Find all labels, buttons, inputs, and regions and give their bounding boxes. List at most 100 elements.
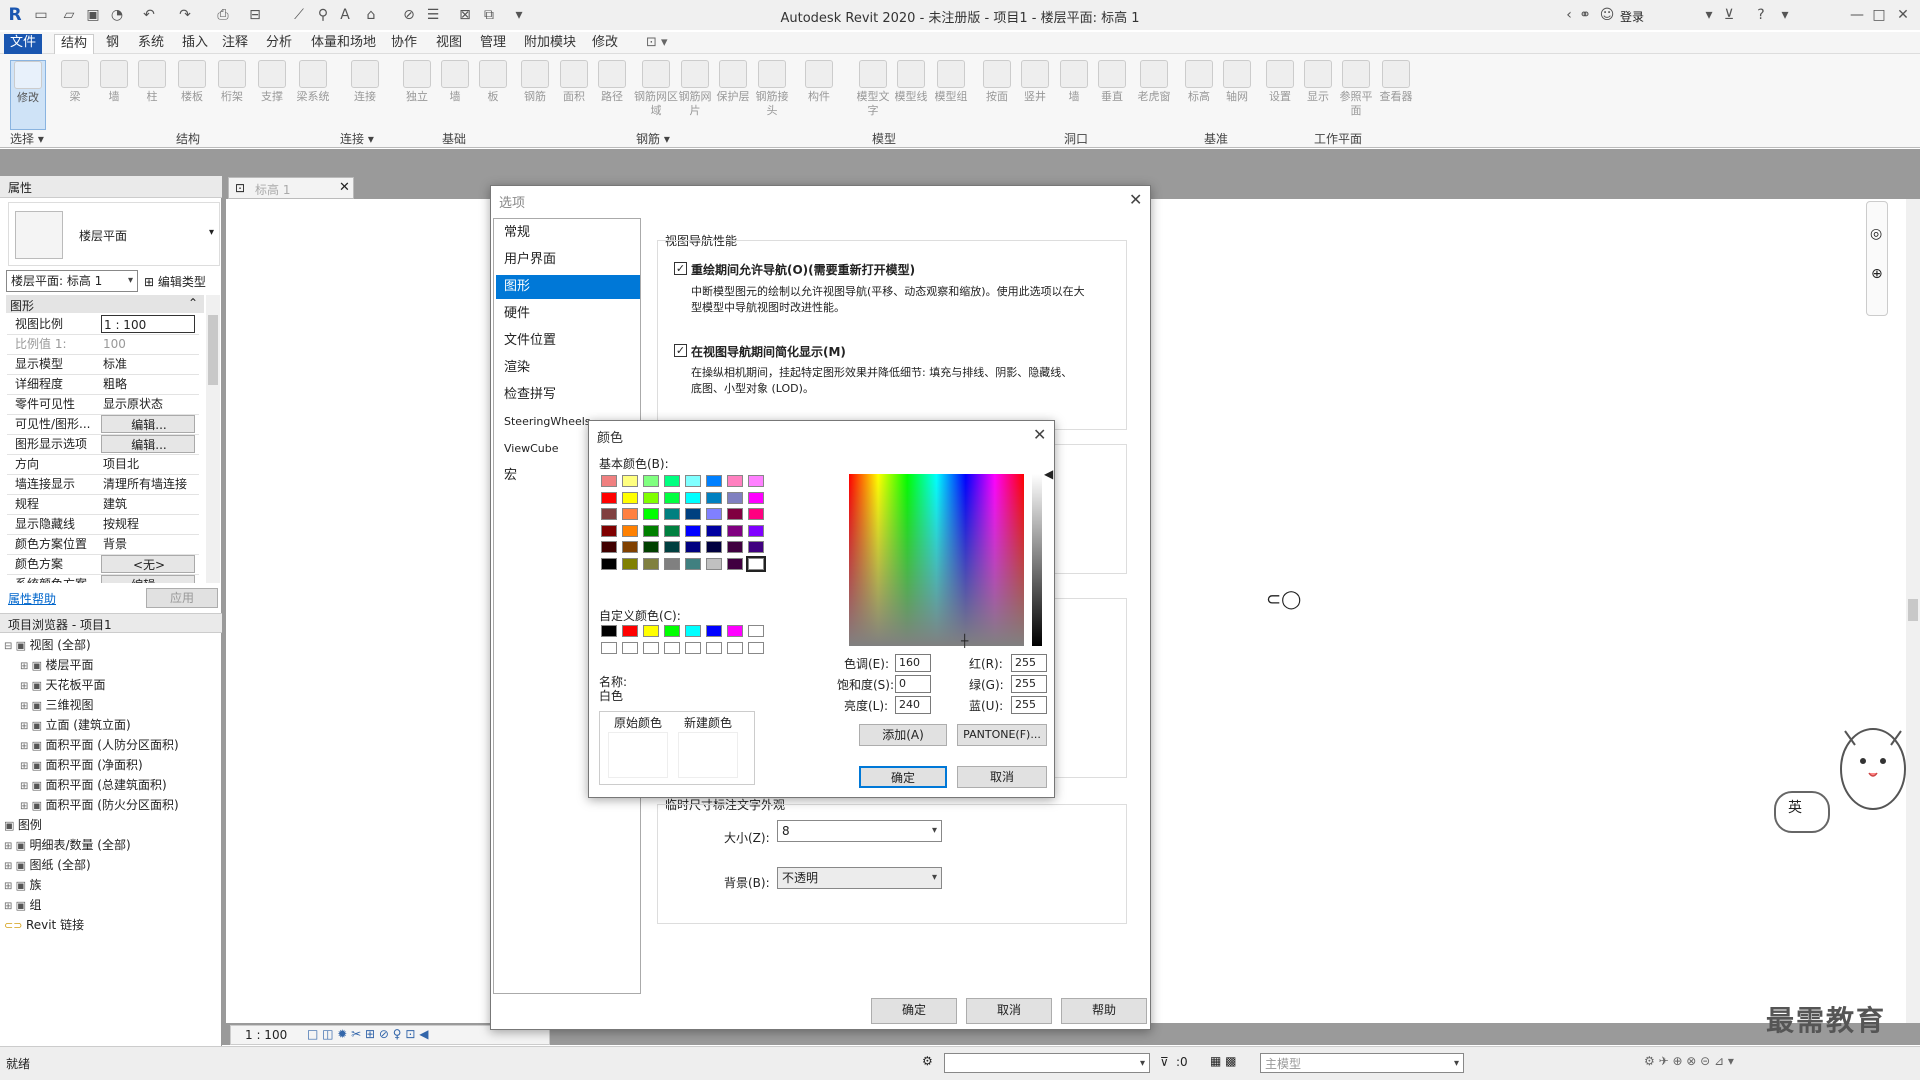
property-value[interactable]: 1 : 100 [101, 315, 195, 333]
property-value[interactable]: 编辑... [101, 415, 195, 433]
basic-color-swatch[interactable] [622, 524, 638, 537]
filter-icon[interactable]: ⊽ [1160, 1055, 1169, 1069]
basic-color-swatch[interactable] [643, 491, 659, 504]
worksets-icon[interactable]: ⚙ [922, 1054, 933, 1068]
tab-insert[interactable]: 插入 [176, 34, 214, 54]
tool-connection[interactable]: 连接 [346, 60, 384, 104]
basic-color-swatch[interactable] [643, 508, 659, 520]
nav-graphics[interactable]: 图形 [496, 275, 640, 299]
custom-color-swatch[interactable] [622, 642, 638, 654]
ribbon-options-icon[interactable]: ⊡ ▾ [640, 34, 674, 54]
basic-color-swatch[interactable] [622, 557, 638, 570]
expand-icon[interactable]: ⊞ [20, 721, 32, 732]
nav-ui[interactable]: 用户界面 [496, 248, 640, 272]
basic-color-swatch[interactable] [748, 508, 764, 520]
custom-color-swatch[interactable] [643, 642, 659, 654]
tool-beam-system[interactable]: 梁系统 [294, 60, 332, 104]
custom-color-swatch[interactable] [685, 642, 701, 654]
color-close-icon[interactable]: ✕ [1033, 425, 1046, 444]
expand-icon[interactable]: ⊞ [20, 681, 32, 692]
expand-icon[interactable]: ⊞ [20, 701, 32, 712]
basic-color-swatch[interactable] [601, 475, 617, 487]
custom-color-swatch[interactable] [727, 642, 743, 654]
nav-spelling[interactable]: 检查拼写 [496, 383, 640, 407]
property-value[interactable]: 粗略 [101, 375, 195, 393]
tool-level[interactable]: 标高 [1180, 60, 1218, 104]
tool-wall-opening[interactable]: 墙 [1055, 60, 1093, 104]
tool-vertical[interactable]: 垂直 [1093, 60, 1131, 104]
basic-color-swatch[interactable] [706, 541, 722, 553]
color-ok-button[interactable]: 确定 [859, 766, 947, 788]
tool-fabric-sheet[interactable]: 钢筋网片 [676, 60, 714, 118]
basic-color-swatch[interactable] [746, 555, 766, 572]
tree-item[interactable]: ⊞ ▣ 族 [4, 876, 41, 896]
expand-icon[interactable]: ⊞ [20, 801, 32, 812]
tool-set[interactable]: 设置 [1261, 60, 1299, 104]
basic-color-swatch[interactable] [622, 491, 638, 504]
tool-shaft[interactable]: 竖井 [1016, 60, 1054, 104]
add-color-button[interactable]: 添加(A) [859, 724, 947, 746]
basic-color-swatch[interactable] [748, 491, 764, 504]
basic-color-swatch[interactable] [727, 541, 743, 553]
type-selector[interactable]: 楼层平面 ▾ [8, 202, 220, 266]
tree-item[interactable]: ⊞ ▣ 三维视图 [20, 696, 93, 716]
design-options-icon[interactable]: ▦ ▩ [1210, 1054, 1237, 1068]
tool-modify[interactable]: 修改 [10, 60, 46, 130]
tab-structure[interactable]: 结构 [54, 34, 95, 54]
selection-options-icons[interactable]: ⚙ ✈ ⊕ ⊗ ⊝ ⊿ ▾ [1644, 1054, 1734, 1068]
expand-icon[interactable]: ⊞ [20, 781, 32, 792]
workset-select[interactable]: ▾ [944, 1053, 1150, 1073]
property-value[interactable]: 编辑... [101, 435, 195, 453]
basic-color-swatch[interactable] [706, 508, 722, 520]
login-link[interactable]: 登录 [1620, 8, 1644, 25]
tab-manage[interactable]: 管理 [474, 34, 512, 54]
basic-color-swatch[interactable] [643, 541, 659, 553]
custom-color-swatch[interactable] [706, 642, 722, 654]
redraw-navigation-checkbox[interactable]: ✓ [674, 262, 687, 275]
basic-color-swatch[interactable] [727, 524, 743, 537]
tab-view[interactable]: 视图 [430, 34, 468, 54]
tree-item[interactable]: ⊞ ▣ 图纸 (全部) [4, 856, 91, 876]
options-help-button[interactable]: 帮助 [1061, 998, 1147, 1024]
background-select[interactable]: 不透明 ▾ [777, 867, 942, 889]
tool-dormer[interactable]: 老虎窗 [1132, 60, 1176, 104]
detail-level-icon[interactable]: □ ◫ ✹ ✂ ⊞ ⊘ ♀ ⊡ ◀ [307, 1027, 428, 1041]
main-model-select[interactable]: 主模型 ▾ [1260, 1053, 1464, 1073]
simplify-display-checkbox[interactable]: ✓ [674, 344, 687, 357]
tab-annotate[interactable]: 注释 [216, 34, 254, 54]
view-tab[interactable]: ⊡ 标高 1 ✕ [228, 177, 354, 199]
custom-color-swatch[interactable] [748, 642, 764, 654]
custom-color-swatch[interactable] [601, 625, 617, 637]
properties-help-link[interactable]: 属性帮助 [8, 590, 56, 607]
expand-icon[interactable]: ⊞ [4, 861, 16, 872]
zoom-icon[interactable]: ⊕ [1871, 266, 1883, 282]
user-icon[interactable]: ☺ [1598, 6, 1616, 24]
tool-column[interactable]: 柱 [133, 60, 171, 104]
tool-model-text[interactable]: 模型文字 [854, 60, 892, 118]
basic-color-swatch[interactable] [664, 475, 680, 487]
basic-color-swatch[interactable] [727, 557, 743, 570]
tool-by-face[interactable]: 按面 [978, 60, 1016, 104]
basic-color-swatch[interactable] [643, 557, 659, 570]
navigation-bar[interactable]: ◎ ⊕ [1866, 201, 1888, 316]
nav-file-locations[interactable]: 文件位置 [496, 329, 640, 353]
nav-general[interactable]: 常规 [496, 221, 640, 245]
options-ok-button[interactable]: 确定 [871, 998, 957, 1024]
tab-file[interactable]: 文件 [4, 34, 43, 54]
hue-input[interactable]: 160 [895, 654, 931, 672]
tab-collaborate[interactable]: 协作 [385, 34, 423, 54]
close-icon[interactable]: ✕ [1894, 6, 1912, 24]
custom-color-swatch[interactable] [664, 625, 680, 637]
view-tab-close-icon[interactable]: ✕ [339, 180, 350, 195]
basic-color-swatch[interactable] [706, 491, 722, 504]
tool-component[interactable]: 构件 [800, 60, 838, 104]
tree-item[interactable]: ⊞ ▣ 面积平面 (净面积) [20, 756, 143, 776]
basic-color-swatch[interactable] [664, 491, 680, 504]
property-value[interactable]: 标准 [101, 355, 195, 373]
tool-grid[interactable]: 轴网 [1218, 60, 1256, 104]
tree-item[interactable]: ⊂⊃ Revit 链接 [4, 916, 84, 936]
tool-floor[interactable]: 楼板 [173, 60, 211, 104]
property-value[interactable]: 显示原状态 [101, 395, 195, 413]
help-dropdown-icon[interactable]: ▾ [1776, 6, 1794, 24]
green-input[interactable]: 255 [1011, 675, 1047, 693]
